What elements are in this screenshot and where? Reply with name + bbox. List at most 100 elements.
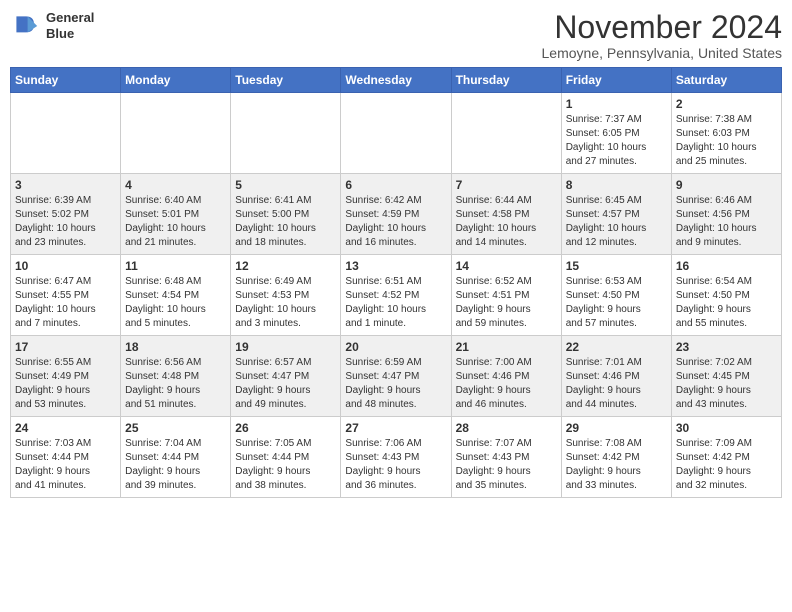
day-number: 21 — [456, 340, 557, 354]
calendar-cell: 25 Sunrise: 7:04 AM Sunset: 4:44 PM Dayli… — [121, 417, 231, 498]
weekday-header-saturday: Saturday — [671, 68, 781, 93]
calendar-cell: 8 Sunrise: 6:45 AM Sunset: 4:57 PM Daylig… — [561, 174, 671, 255]
day-number: 14 — [456, 259, 557, 273]
day-info: Sunrise: 6:59 AM Sunset: 4:47 PM Dayligh… — [345, 356, 446, 412]
calendar-cell: 24 Sunrise: 7:03 AM Sunset: 4:44 PM Dayli… — [11, 417, 121, 498]
calendar-cell: 2 Sunrise: 7:38 AM Sunset: 6:03 PM Daylig… — [671, 93, 781, 174]
calendar-table: SundayMondayTuesdayWednesdayThursdayFrid… — [10, 67, 782, 498]
month-title: November 2024 — [542, 10, 782, 45]
day-info: Sunrise: 6:55 AM Sunset: 4:49 PM Dayligh… — [15, 356, 116, 412]
logo-icon — [10, 10, 42, 42]
calendar-cell: 9 Sunrise: 6:46 AM Sunset: 4:56 PM Daylig… — [671, 174, 781, 255]
title-block: November 2024 Lemoyne, Pennsylvania, Uni… — [542, 10, 782, 61]
day-number: 19 — [235, 340, 336, 354]
day-info: Sunrise: 6:52 AM Sunset: 4:51 PM Dayligh… — [456, 275, 557, 331]
calendar-cell: 28Sunrise: 7:07 AM Sunset: 4:43 PM Dayli… — [451, 417, 561, 498]
calendar-cell — [451, 93, 561, 174]
day-number: 10 — [15, 259, 116, 273]
calendar-cell — [11, 93, 121, 174]
day-info: Sunrise: 7:08 AM Sunset: 4:42 PM Dayligh… — [566, 437, 667, 493]
day-number: 3 — [15, 178, 116, 192]
day-number: 18 — [125, 340, 226, 354]
calendar-cell: 16Sunrise: 6:54 AM Sunset: 4:50 PM Dayli… — [671, 255, 781, 336]
calendar-cell: 22 Sunrise: 7:01 AM Sunset: 4:46 PM Dayli… — [561, 336, 671, 417]
day-info: Sunrise: 6:42 AM Sunset: 4:59 PM Dayligh… — [345, 194, 446, 250]
logo: General Blue — [10, 10, 94, 42]
calendar-cell — [121, 93, 231, 174]
day-info: Sunrise: 6:51 AM Sunset: 4:52 PM Dayligh… — [345, 275, 446, 331]
day-number: 7 — [456, 178, 557, 192]
day-number: 30 — [676, 421, 777, 435]
calendar-cell: 6 Sunrise: 6:42 AM Sunset: 4:59 PM Daylig… — [341, 174, 451, 255]
calendar-cell: 14 Sunrise: 6:52 AM Sunset: 4:51 PM Dayli… — [451, 255, 561, 336]
day-number: 22 — [566, 340, 667, 354]
day-number: 4 — [125, 178, 226, 192]
day-number: 6 — [345, 178, 446, 192]
weekday-header-thursday: Thursday — [451, 68, 561, 93]
calendar-cell: 7 Sunrise: 6:44 AM Sunset: 4:58 PM Daylig… — [451, 174, 561, 255]
calendar-cell: 27 Sunrise: 7:06 AM Sunset: 4:43 PM Dayli… — [341, 417, 451, 498]
day-number: 8 — [566, 178, 667, 192]
day-info: Sunrise: 7:38 AM Sunset: 6:03 PM Dayligh… — [676, 113, 777, 169]
day-number: 27 — [345, 421, 446, 435]
day-info: Sunrise: 6:57 AM Sunset: 4:47 PM Dayligh… — [235, 356, 336, 412]
page-header: General Blue November 2024 Lemoyne, Penn… — [10, 10, 782, 61]
day-number: 23 — [676, 340, 777, 354]
day-number: 13 — [345, 259, 446, 273]
day-info: Sunrise: 6:45 AM Sunset: 4:57 PM Dayligh… — [566, 194, 667, 250]
location: Lemoyne, Pennsylvania, United States — [542, 45, 782, 61]
calendar-cell: 12 Sunrise: 6:49 AM Sunset: 4:53 PM Dayli… — [231, 255, 341, 336]
calendar-cell: 30Sunrise: 7:09 AM Sunset: 4:42 PM Dayli… — [671, 417, 781, 498]
calendar-cell: 29 Sunrise: 7:08 AM Sunset: 4:42 PM Dayli… — [561, 417, 671, 498]
calendar-cell: 11Sunrise: 6:48 AM Sunset: 4:54 PM Dayli… — [121, 255, 231, 336]
day-number: 15 — [566, 259, 667, 273]
day-info: Sunrise: 6:56 AM Sunset: 4:48 PM Dayligh… — [125, 356, 226, 412]
day-info: Sunrise: 6:49 AM Sunset: 4:53 PM Dayligh… — [235, 275, 336, 331]
day-info: Sunrise: 6:41 AM Sunset: 5:00 PM Dayligh… — [235, 194, 336, 250]
calendar-cell: 17 Sunrise: 6:55 AM Sunset: 4:49 PM Dayli… — [11, 336, 121, 417]
calendar-cell: 10 Sunrise: 6:47 AM Sunset: 4:55 PM Dayli… — [11, 255, 121, 336]
calendar-cell: 21 Sunrise: 7:00 AM Sunset: 4:46 PM Dayli… — [451, 336, 561, 417]
day-number: 9 — [676, 178, 777, 192]
calendar-cell — [341, 93, 451, 174]
day-info: Sunrise: 6:46 AM Sunset: 4:56 PM Dayligh… — [676, 194, 777, 250]
day-info: Sunrise: 6:47 AM Sunset: 4:55 PM Dayligh… — [15, 275, 116, 331]
day-info: Sunrise: 7:05 AM Sunset: 4:44 PM Dayligh… — [235, 437, 336, 493]
calendar-cell: 3 Sunrise: 6:39 AM Sunset: 5:02 PM Daylig… — [11, 174, 121, 255]
weekday-header-wednesday: Wednesday — [341, 68, 451, 93]
day-info: Sunrise: 6:44 AM Sunset: 4:58 PM Dayligh… — [456, 194, 557, 250]
day-info: Sunrise: 7:37 AM Sunset: 6:05 PM Dayligh… — [566, 113, 667, 169]
day-info: Sunrise: 7:00 AM Sunset: 4:46 PM Dayligh… — [456, 356, 557, 412]
calendar-cell — [231, 93, 341, 174]
calendar-cell: 19 Sunrise: 6:57 AM Sunset: 4:47 PM Dayli… — [231, 336, 341, 417]
day-info: Sunrise: 7:04 AM Sunset: 4:44 PM Dayligh… — [125, 437, 226, 493]
calendar-cell: 26 Sunrise: 7:05 AM Sunset: 4:44 PM Dayli… — [231, 417, 341, 498]
day-number: 2 — [676, 97, 777, 111]
weekday-header-tuesday: Tuesday — [231, 68, 341, 93]
logo-text: General Blue — [46, 10, 94, 41]
calendar-cell: 5Sunrise: 6:41 AM Sunset: 5:00 PM Daylig… — [231, 174, 341, 255]
day-number: 16 — [676, 259, 777, 273]
day-info: Sunrise: 6:39 AM Sunset: 5:02 PM Dayligh… — [15, 194, 116, 250]
day-info: Sunrise: 6:53 AM Sunset: 4:50 PM Dayligh… — [566, 275, 667, 331]
day-number: 17 — [15, 340, 116, 354]
day-number: 25 — [125, 421, 226, 435]
day-info: Sunrise: 7:03 AM Sunset: 4:44 PM Dayligh… — [15, 437, 116, 493]
weekday-header-sunday: Sunday — [11, 68, 121, 93]
calendar-cell: 23 Sunrise: 7:02 AM Sunset: 4:45 PM Dayli… — [671, 336, 781, 417]
calendar-cell: 1 Sunrise: 7:37 AM Sunset: 6:05 PM Daylig… — [561, 93, 671, 174]
day-info: Sunrise: 7:01 AM Sunset: 4:46 PM Dayligh… — [566, 356, 667, 412]
day-number: 12 — [235, 259, 336, 273]
day-number: 24 — [15, 421, 116, 435]
calendar-cell: 20Sunrise: 6:59 AM Sunset: 4:47 PM Dayli… — [341, 336, 451, 417]
day-info: Sunrise: 7:02 AM Sunset: 4:45 PM Dayligh… — [676, 356, 777, 412]
calendar-cell: 18 Sunrise: 6:56 AM Sunset: 4:48 PM Dayli… — [121, 336, 231, 417]
day-number: 26 — [235, 421, 336, 435]
day-number: 29 — [566, 421, 667, 435]
day-number: 28 — [456, 421, 557, 435]
calendar-cell: 4Sunrise: 6:40 AM Sunset: 5:01 PM Daylig… — [121, 174, 231, 255]
day-number: 1 — [566, 97, 667, 111]
day-info: Sunrise: 7:06 AM Sunset: 4:43 PM Dayligh… — [345, 437, 446, 493]
weekday-header-friday: Friday — [561, 68, 671, 93]
day-info: Sunrise: 6:48 AM Sunset: 4:54 PM Dayligh… — [125, 275, 226, 331]
